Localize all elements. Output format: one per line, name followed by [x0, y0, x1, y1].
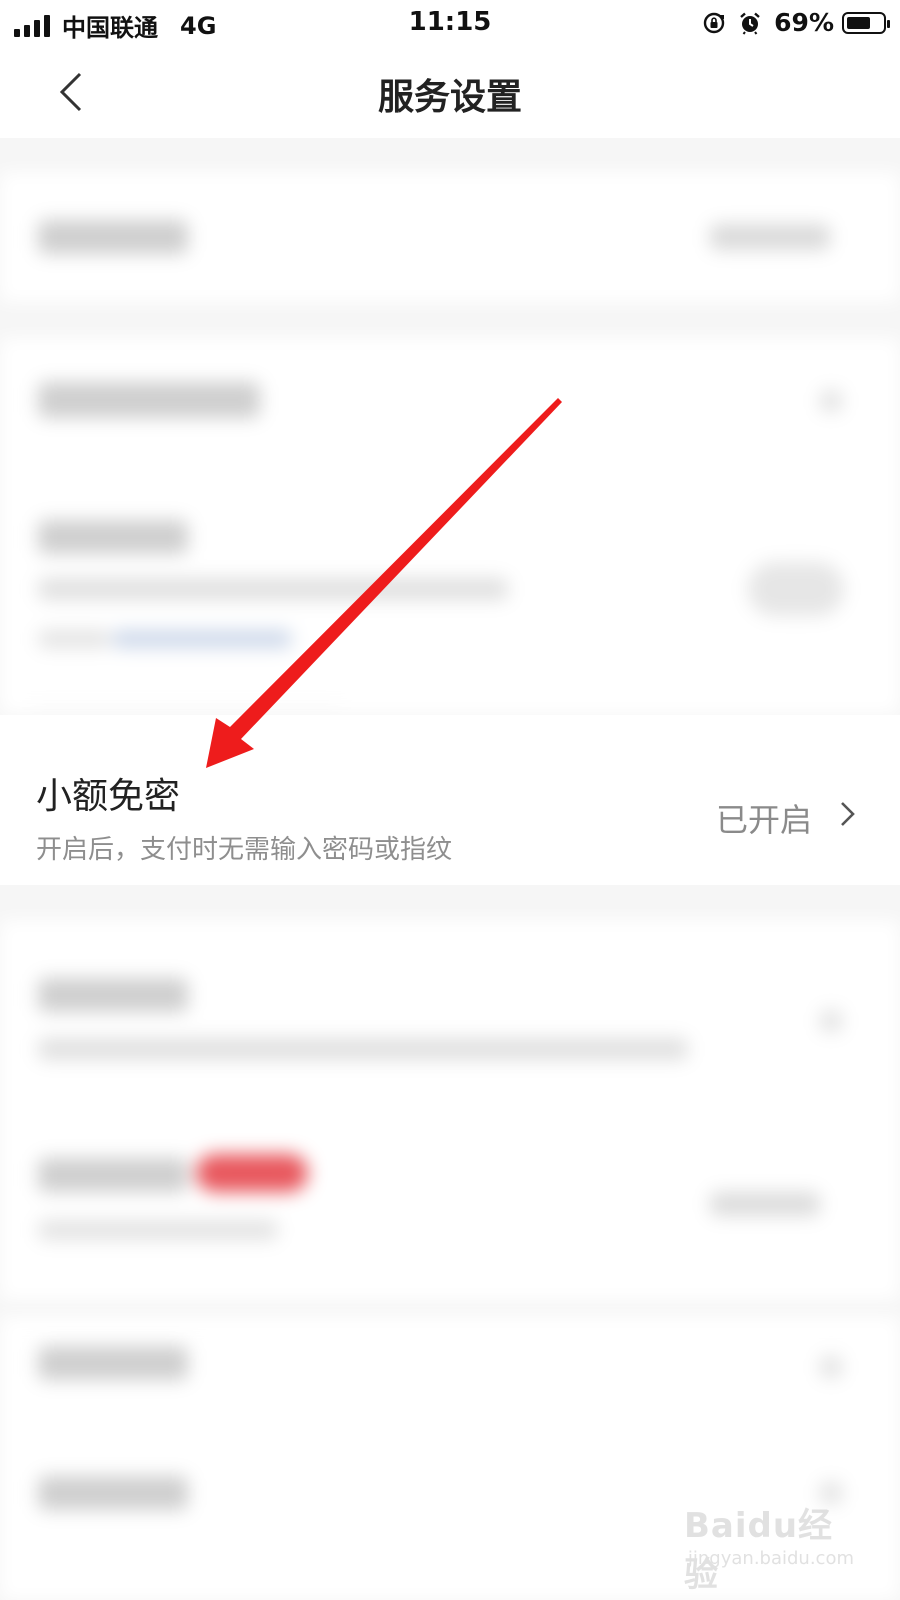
settings-row-blurred[interactable] [38, 382, 260, 418]
small-payment-row[interactable]: 小额免密 开启后，支付时无需输入密码或指纹 已开启 [0, 715, 900, 885]
settings-row-blurred[interactable] [38, 978, 188, 1012]
settings-row-blurred[interactable] [38, 1346, 188, 1380]
battery-percentage: 69% [774, 8, 834, 37]
settings-row-blurred[interactable] [38, 1158, 188, 1192]
small-payment-description: 开启后，支付时无需输入密码或指纹 [36, 835, 453, 865]
settings-group-blurred [0, 920, 900, 1300]
small-payment-status: 已开启 [715, 801, 812, 839]
status-badge [196, 1154, 308, 1192]
nav-bar: 服务设置 [0, 46, 900, 138]
watermark-logo: Baidu经验 [684, 1506, 834, 1595]
settings-group-blurred [0, 338, 900, 714]
settings-row-blurred[interactable] [0, 172, 900, 302]
rotation-lock-icon [703, 12, 725, 33]
page-title: 服务设置 [377, 77, 522, 118]
toggle-switch[interactable] [748, 562, 844, 616]
alarm-icon [740, 12, 760, 35]
settings-row-blurred[interactable] [38, 1476, 188, 1510]
small-payment-title: 小额免密 [36, 776, 181, 817]
watermark: Baidu经验 jingyan.baidu.com [684, 1492, 854, 1595]
watermark-url: jingyan.baidu.com [687, 1548, 854, 1569]
status-right: 69% [702, 8, 890, 37]
battery-nub [887, 19, 890, 28]
chevron-right-icon [841, 802, 855, 826]
status-bar: 中国联通 4G 11:15 69% [0, 0, 900, 46]
battery-icon [842, 11, 890, 34]
battery-fill [847, 16, 870, 29]
settings-row-blurred[interactable] [38, 520, 188, 554]
